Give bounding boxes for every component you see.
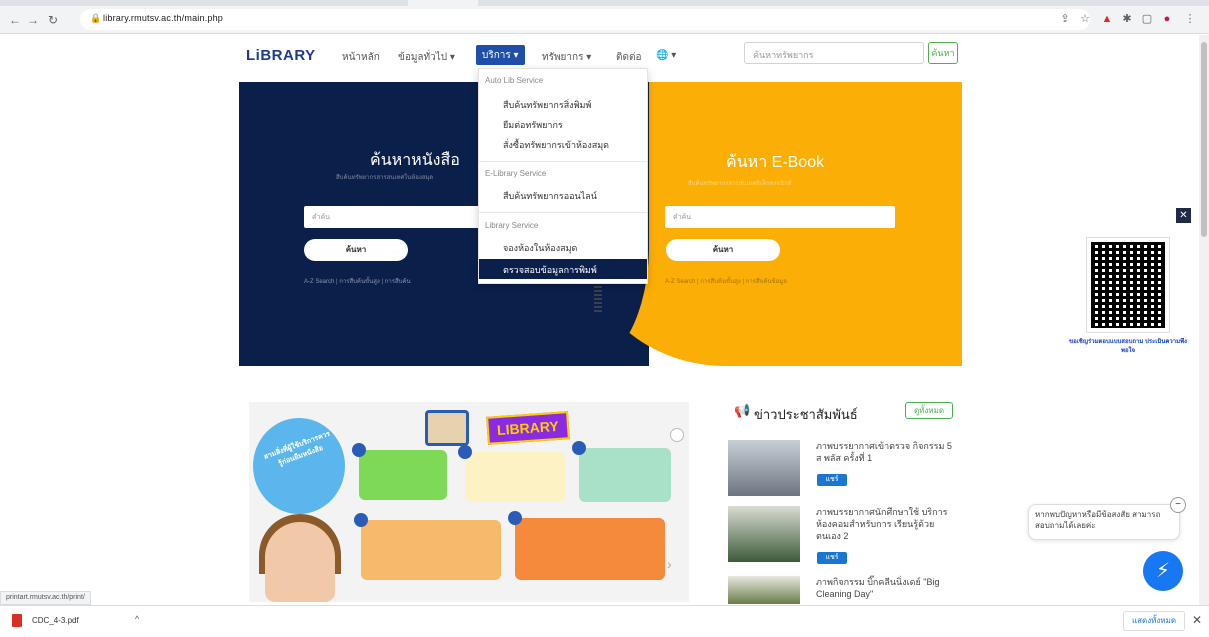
dropdown-item[interactable]: จองห้องในห้องสมุด (503, 241, 577, 255)
share-icon[interactable]: ⇪ (1057, 11, 1073, 27)
bookmark-star-icon[interactable]: ☆ (1077, 11, 1093, 27)
ebook-search-button[interactable]: ค้นหา (666, 239, 780, 261)
reload-icon[interactable]: ↻ (46, 13, 60, 27)
info-card (508, 511, 665, 580)
carousel-next-icon[interactable]: › (667, 556, 672, 572)
lock-icon[interactable]: 🔒 (90, 13, 101, 24)
download-file-name[interactable]: CDC_4-3.pdf (32, 616, 79, 625)
news-thumbnail[interactable] (728, 440, 800, 496)
info-card (458, 445, 565, 502)
close-icon[interactable]: ✕ (1176, 208, 1191, 223)
chat-minimize-icon[interactable]: − (1170, 497, 1186, 513)
info-card (352, 443, 447, 500)
library-logo: LIBRARY (486, 411, 570, 445)
nav-contact[interactable]: ติดต่อ (616, 50, 642, 65)
menu-kebab-icon[interactable]: ⋮ (1182, 11, 1198, 27)
qr-caption[interactable]: ขอเชิญร่วมตอบแบบสอบถาม ประเมินความพึงพอใ… (1064, 338, 1192, 356)
active-tab[interactable] (408, 0, 478, 6)
qr-code[interactable] (1086, 237, 1170, 333)
book-emblem-icon (425, 410, 469, 446)
promo-banner[interactable]: สามสิ่งที่ผู้ใช้บริการควรรู้ก่อนยืมหนังส… (249, 402, 689, 602)
site-logo[interactable]: LiBRARY (246, 47, 316, 64)
dropdown-item[interactable]: ยืมต่อทรัพยากร (503, 118, 563, 132)
dropdown-divider (479, 161, 647, 162)
dropdown-section-header: Library Service (485, 221, 539, 230)
news-thumbnail[interactable] (728, 576, 800, 604)
step-number-icon (352, 443, 366, 457)
sidepanel-icon[interactable]: ▢ (1139, 11, 1155, 27)
site-search-input[interactable]: ค้นหาทรัพยากร (744, 42, 924, 64)
ebook-search-subtitle: สืบค้นทรัพยากรสารสนเทศอิเล็กทรอนิกส์ (688, 181, 792, 187)
extensions-icon[interactable]: ✱ (1119, 11, 1135, 27)
news-item-title[interactable]: ภาพบรรยากาศเข้าตรวจ กิจกรรม 5 ส พลัส ครั… (816, 440, 956, 464)
site-navbar (0, 34, 1200, 70)
carousel-indicator[interactable] (670, 428, 684, 442)
book-search-input[interactable]: คำค้น (304, 206, 484, 228)
megaphone-icon: 📢 (734, 403, 751, 418)
nav-general-info[interactable]: ข้อมูลทั่วไป ▾ (398, 50, 455, 65)
pdf-file-icon[interactable] (12, 614, 22, 627)
ebook-search-title: ค้นหา E-Book (726, 154, 825, 171)
news-thumbnail[interactable] (728, 506, 800, 562)
nav-language[interactable]: 🌐 ▾ (656, 50, 676, 61)
book-search-button[interactable]: ค้นหา (304, 239, 408, 261)
share-button[interactable]: แชร์ (817, 474, 847, 486)
back-icon[interactable]: ← (8, 13, 22, 27)
status-bar-url: printart.rmutsv.ac.th/print/ (0, 591, 91, 605)
news-item-title[interactable]: ภาพกิจกรรม บิ๊กคลีนนิ่งเดย์ "Big Cleanin… (816, 576, 956, 600)
news-view-all-button[interactable]: ดูทั้งหมด (905, 402, 953, 419)
scrollbar-thumb[interactable] (1201, 42, 1207, 237)
book-search-subtitle: สืบค้นทรัพยากรสารสนเทศในห้องสมุด (336, 175, 434, 181)
address-bar[interactable] (80, 9, 1090, 30)
info-card (354, 513, 501, 580)
services-dropdown-menu: Auto Lib Service สืบค้นทรัพยากรสิ่งพิมพ์… (478, 68, 648, 284)
dropdown-item[interactable]: สั่งซื้อทรัพยากรเข้าห้องสมุด (503, 138, 609, 152)
site-search-button[interactable]: ค้นหา (928, 42, 958, 64)
step-number-icon (572, 441, 586, 455)
ebook-search-links[interactable]: A-Z Search | การสืบค้นขั้นสูง | การสืบค้… (665, 276, 787, 286)
step-number-icon (354, 513, 368, 527)
nav-services[interactable]: บริการ ▾ (476, 45, 525, 65)
book-search-title: ค้นหาหนังสือ (370, 152, 460, 169)
info-card (572, 441, 671, 502)
step-number-icon (508, 511, 522, 525)
dropdown-divider (479, 212, 647, 213)
download-shelf (0, 605, 1209, 637)
dropdown-item-highlighted[interactable]: ตรวจสอบข้อมูลการพิมพ์ (479, 259, 647, 279)
ebook-search-input[interactable]: คำค้น (665, 206, 895, 228)
share-button[interactable]: แชร์ (817, 552, 847, 564)
forward-icon[interactable]: → (26, 13, 40, 27)
show-all-downloads-button[interactable]: แสดงทั้งหมด (1123, 611, 1185, 631)
nav-home[interactable]: หน้าหลัก (342, 50, 380, 65)
cartoon-librarian (265, 522, 335, 602)
chat-greeting[interactable]: หากพบปัญหาหรือมีข้อสงสัย สามารถสอบถามได้… (1028, 504, 1180, 540)
pdf-extension-icon[interactable]: ▲ (1099, 11, 1115, 27)
tab-strip (0, 0, 1209, 6)
url-text[interactable]: library.rmutsv.ac.th/main.php (103, 13, 223, 23)
step-number-icon (458, 445, 472, 459)
book-search-links[interactable]: A-Z Search | การสืบค้นขั้นสูง | การสืบค้… (304, 276, 411, 286)
dropdown-item-label: ตรวจสอบข้อมูลการพิมพ์ (503, 265, 597, 275)
dropdown-item[interactable]: สืบค้นทรัพยากรสิ่งพิมพ์ (503, 98, 591, 112)
news-item-title[interactable]: ภาพบรรยากาศนักศึกษาใช้ บริการห้องคอมสำหร… (816, 506, 956, 542)
news-section-title: ข่าวประชาสัมพันธ์ (754, 407, 858, 422)
chevron-up-icon[interactable]: ^ (135, 614, 139, 624)
close-downloads-icon[interactable]: ✕ (1192, 613, 1202, 627)
nav-resources[interactable]: ทรัพยากร ▾ (542, 50, 591, 65)
dropdown-item[interactable]: สืบค้นทรัพยากรออนไลน์ (503, 189, 597, 203)
messenger-icon[interactable]: ⚡ (1143, 551, 1183, 591)
dropdown-section-header: E-Library Service (485, 169, 547, 178)
profile-avatar-icon[interactable]: ● (1159, 11, 1175, 27)
dropdown-section-header: Auto Lib Service (485, 76, 544, 85)
